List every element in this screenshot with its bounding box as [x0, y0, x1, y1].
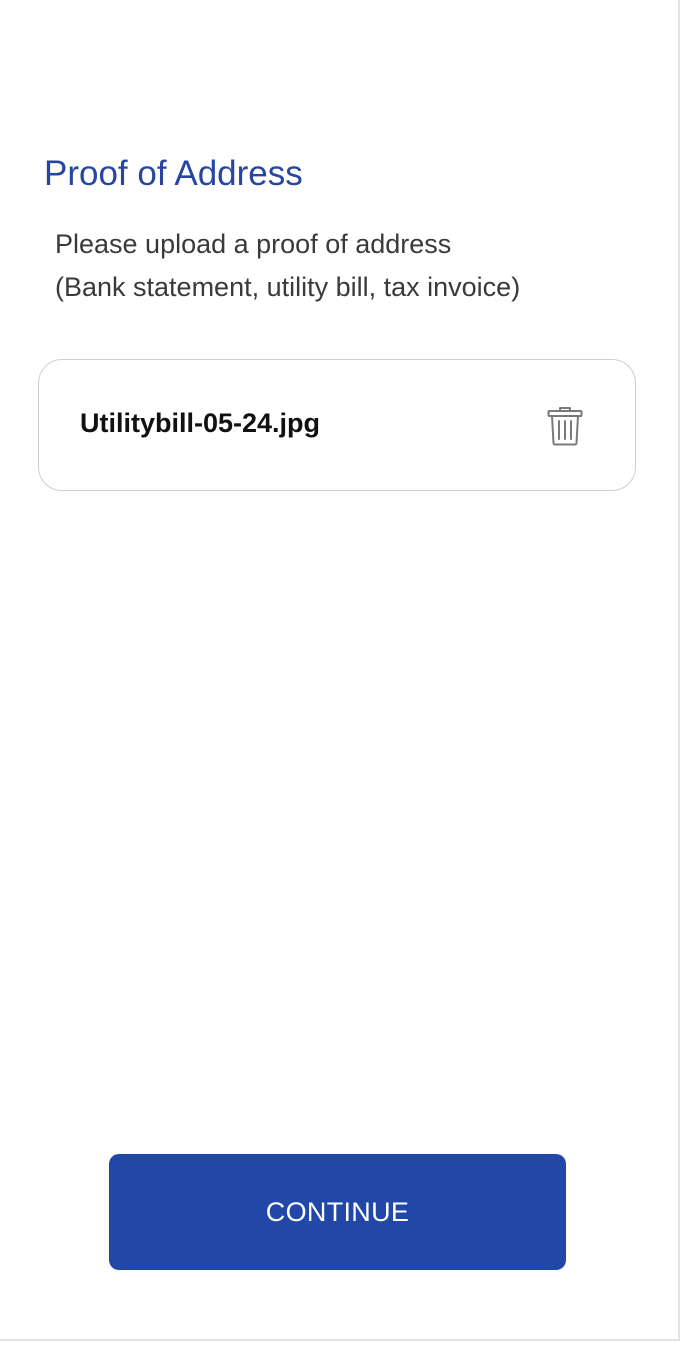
uploaded-file-card: Utilitybill-05-24.jpg — [38, 359, 636, 491]
page-title: Proof of Address — [44, 154, 303, 193]
instructions-line-2: (Bank statement, utility bill, tax invoi… — [55, 272, 521, 302]
proof-of-address-screen: Proof of Address Please upload a proof o… — [0, 0, 680, 1341]
trash-icon — [547, 407, 583, 446]
uploaded-file-name: Utilitybill-05-24.jpg — [80, 408, 321, 438]
continue-button[interactable]: CONTINUE — [109, 1154, 566, 1270]
instructions-line-1: Please upload a proof of address — [55, 229, 452, 259]
upload-instructions: Please upload a proof of address (Bank s… — [55, 223, 655, 309]
delete-file-button[interactable] — [543, 404, 587, 448]
